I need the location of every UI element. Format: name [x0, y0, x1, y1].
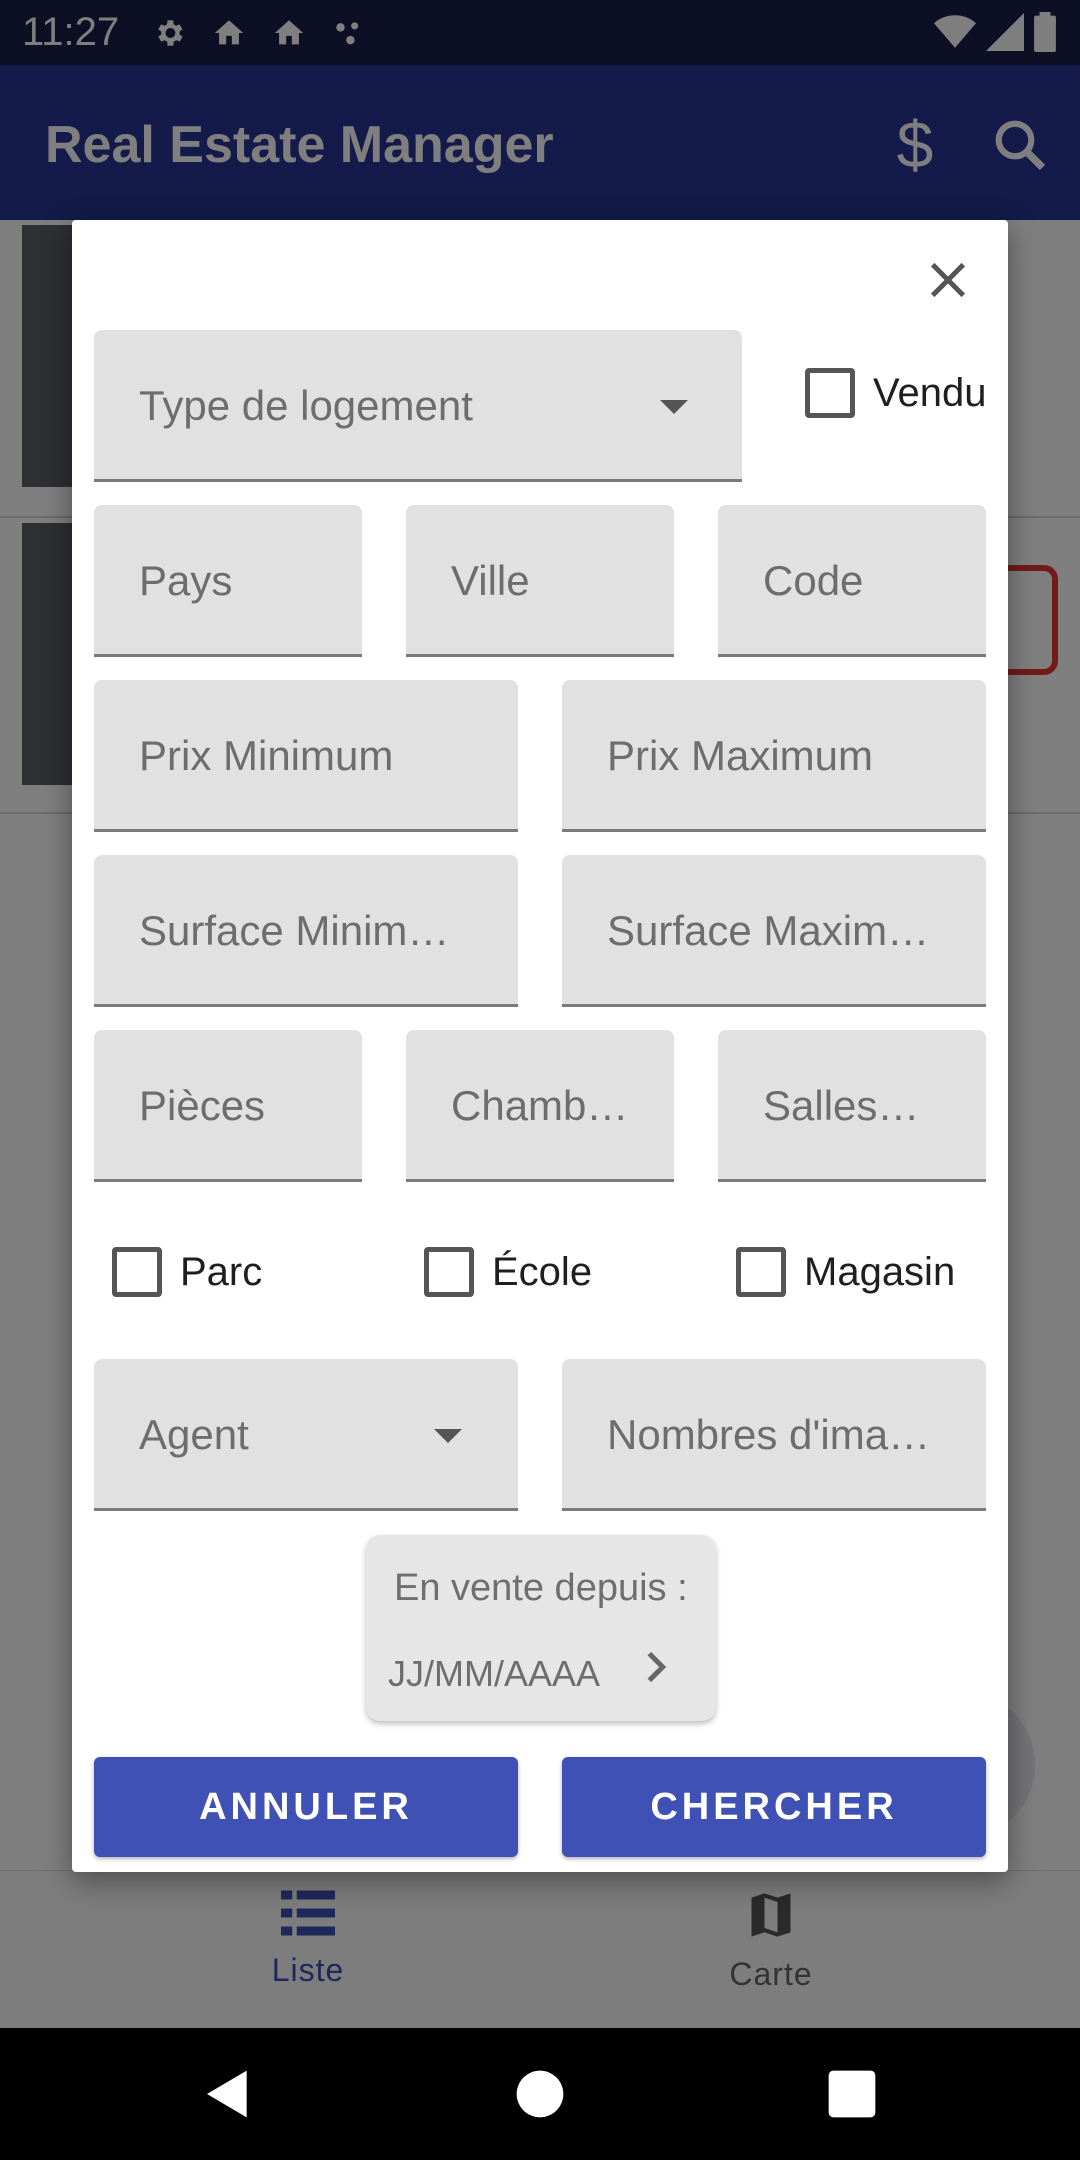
- city-field[interactable]: Ville: [406, 505, 674, 657]
- max-price-field[interactable]: Prix Maximum: [562, 680, 986, 832]
- park-checkbox-label: Parc: [180, 1249, 263, 1294]
- image-count-field[interactable]: Nombres d'ima…: [562, 1359, 986, 1511]
- max-price-placeholder: Prix Maximum: [607, 732, 874, 779]
- agent-placeholder: Agent: [139, 1411, 249, 1458]
- bedrooms-field[interactable]: Chamb…: [406, 1030, 674, 1182]
- min-price-field[interactable]: Prix Minimum: [94, 680, 518, 832]
- school-checkbox-label: École: [492, 1249, 593, 1294]
- search-button[interactable]: CHERCHER: [562, 1757, 986, 1857]
- chevron-down-icon: [660, 400, 688, 414]
- system-navigation-bar: [0, 2028, 1080, 2160]
- max-surface-placeholder: Surface Maxim…: [607, 907, 930, 954]
- sold-checkbox-label: Vendu: [873, 370, 987, 415]
- image-count-placeholder: Nombres d'ima…: [607, 1411, 931, 1458]
- postal-code-placeholder: Code: [763, 557, 864, 604]
- park-checkbox-box[interactable]: [112, 1247, 162, 1297]
- min-surface-placeholder: Surface Minim…: [139, 907, 450, 954]
- cancel-button[interactable]: ANNULER: [94, 1757, 518, 1857]
- for-sale-since-label: En vente depuis :: [394, 1567, 688, 1609]
- recents-icon[interactable]: [824, 2066, 880, 2122]
- rooms-placeholder: Pièces: [139, 1082, 266, 1129]
- bathrooms-placeholder: Salles…: [763, 1082, 920, 1129]
- shop-checkbox-box[interactable]: [736, 1247, 786, 1297]
- country-field[interactable]: Pays: [94, 505, 362, 657]
- shop-checkbox-label: Magasin: [804, 1249, 956, 1294]
- home-button-icon[interactable]: [512, 2066, 568, 2122]
- country-placeholder: Pays: [139, 557, 233, 604]
- bathrooms-field[interactable]: Salles…: [718, 1030, 986, 1182]
- property-type-placeholder: Type de logement: [139, 382, 473, 429]
- sold-checkbox-box[interactable]: [805, 368, 855, 418]
- bedrooms-placeholder: Chamb…: [451, 1082, 629, 1129]
- sold-checkbox[interactable]: Vendu: [805, 368, 986, 418]
- min-price-placeholder: Prix Minimum: [139, 732, 394, 779]
- back-icon[interactable]: [200, 2066, 256, 2122]
- shop-checkbox[interactable]: Magasin: [736, 1247, 955, 1297]
- property-type-dropdown[interactable]: Type de logement: [94, 330, 742, 482]
- search-dialog: Type de logement Vendu Pays Ville Code P…: [72, 220, 1008, 1872]
- chevron-down-icon: [434, 1429, 462, 1443]
- school-checkbox[interactable]: École: [424, 1247, 592, 1297]
- close-icon[interactable]: [918, 250, 978, 310]
- min-surface-field[interactable]: Surface Minim…: [94, 855, 518, 1007]
- chevron-right-icon: [636, 1647, 676, 1687]
- for-sale-since-picker[interactable]: En vente depuis : JJ/MM/AAAA: [366, 1535, 716, 1721]
- city-placeholder: Ville: [451, 557, 530, 604]
- agent-dropdown[interactable]: Agent: [94, 1359, 518, 1511]
- for-sale-since-value: JJ/MM/AAAA: [388, 1653, 601, 1694]
- rooms-field[interactable]: Pièces: [94, 1030, 362, 1182]
- postal-code-field[interactable]: Code: [718, 505, 986, 657]
- school-checkbox-box[interactable]: [424, 1247, 474, 1297]
- park-checkbox[interactable]: Parc: [112, 1247, 262, 1297]
- max-surface-field[interactable]: Surface Maxim…: [562, 855, 986, 1007]
